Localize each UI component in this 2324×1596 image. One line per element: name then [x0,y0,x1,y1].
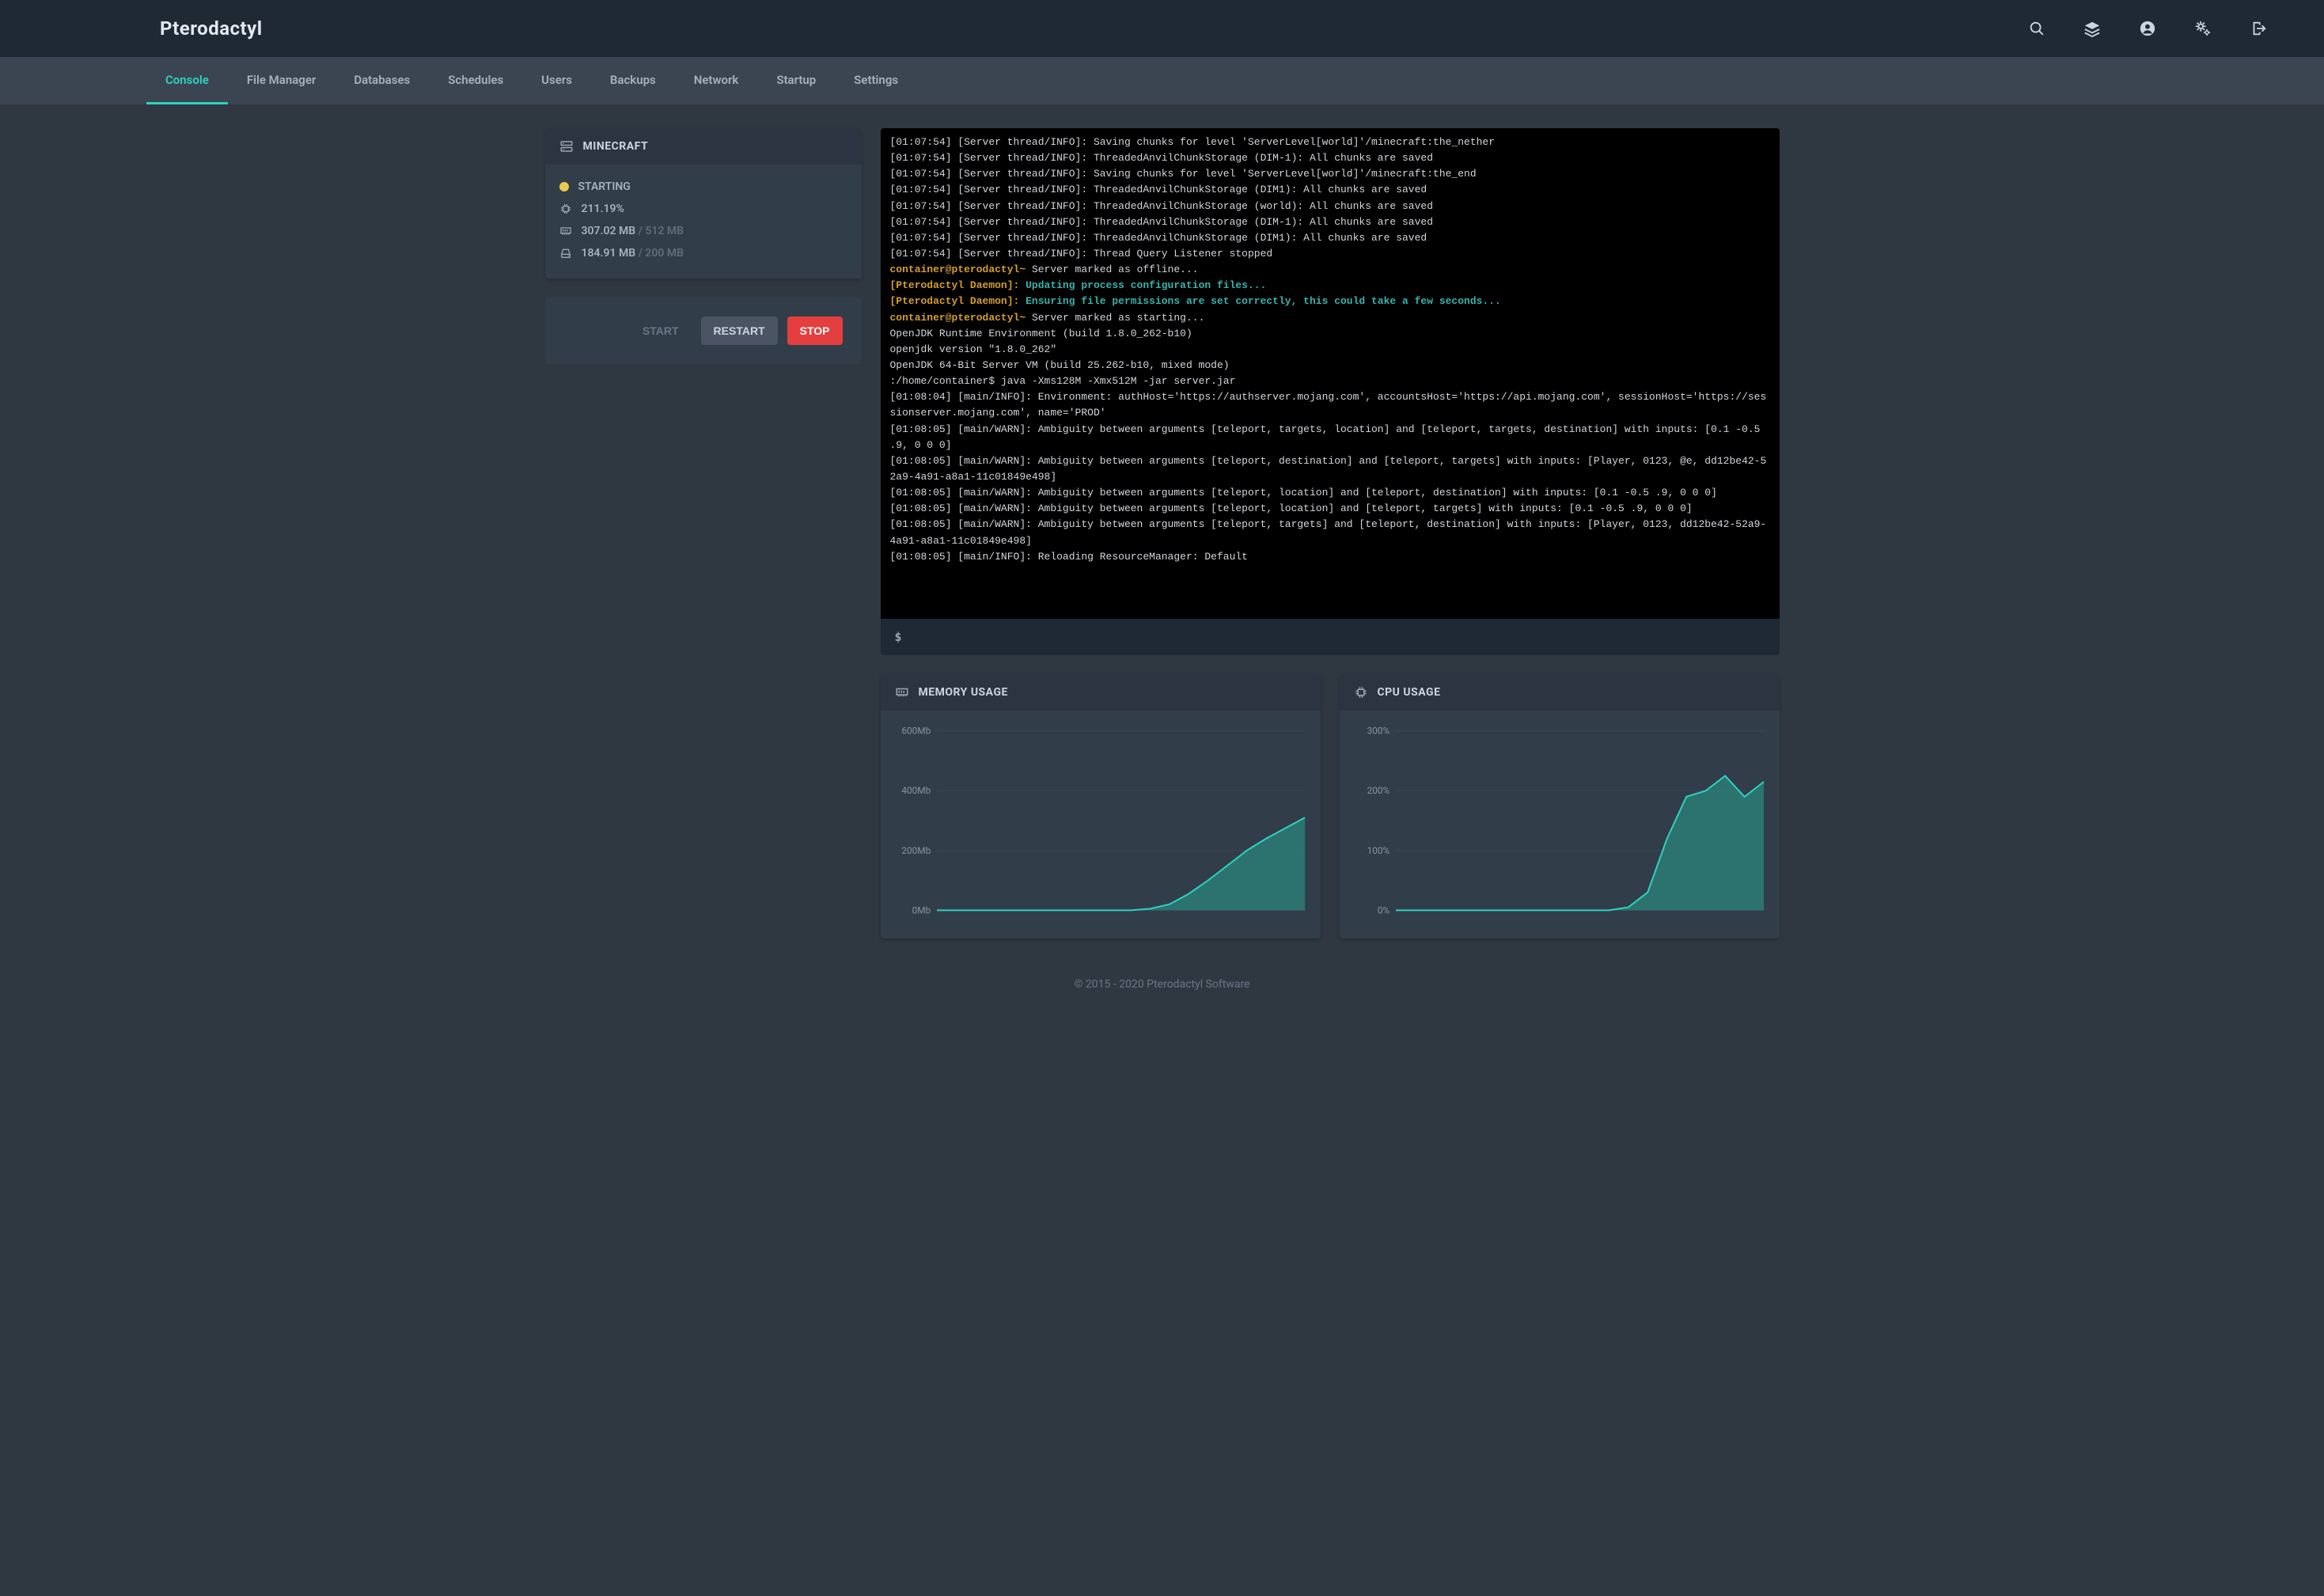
server-name: MINECRAFT [583,140,649,153]
memory-chart: 0Mb 200Mb 400Mb 600Mb [890,722,1311,927]
memory-total: / 512 MB [635,225,684,237]
microchip-icon [559,203,572,215]
power-button-row: START RESTART STOP [545,298,862,364]
layers-icon[interactable] [2083,20,2101,37]
tab-console[interactable]: Console [146,57,228,104]
svg-text:0Mb: 0Mb [912,904,931,916]
cpu-chart: 0% 100% 200% 300% [1349,722,1770,927]
server-icon [559,139,574,154]
stop-button[interactable]: STOP [787,317,843,345]
svg-text:300%: 300% [1367,726,1389,737]
memory-chart-card: MEMORY USAGE 0Mb 200Mb 400Mb 600Mb [881,674,1321,938]
svg-text:200%: 200% [1367,785,1389,796]
svg-text:400Mb: 400Mb [901,785,931,796]
disk-used: 184.91 MB [582,247,636,260]
user-circle-icon[interactable] [2139,20,2156,37]
tab-startup[interactable]: Startup [757,57,835,104]
memory-icon [895,685,909,699]
tab-settings[interactable]: Settings [835,57,917,104]
memory-used: 307.02 MB [582,225,636,237]
search-icon[interactable] [2028,20,2045,37]
microchip-icon [1354,685,1368,699]
cpu-percent: 211.19% [582,203,624,215]
command-input[interactable]: $ [881,619,1780,655]
server-status: STARTING [578,180,631,193]
top-header: Pterodactyl [0,0,2324,57]
memory-icon [559,225,572,237]
footer-text: © 2015 - 2020 Pterodactyl Software [0,946,2324,1038]
disk-total: / 200 MB [635,247,684,260]
cpu-chart-card: CPU USAGE 0% 100% 200% 300% [1340,674,1780,938]
cpu-chart-title: CPU USAGE [1378,686,1441,699]
server-info-card: MINECRAFT STARTING 211.19% 307.02 MB / 5… [545,128,862,279]
brand-title[interactable]: Pterodactyl [160,17,263,40]
svg-text:600Mb: 600Mb [901,726,931,737]
status-dot-icon [559,182,569,191]
svg-text:100%: 100% [1367,845,1389,856]
tab-network[interactable]: Network [675,57,758,104]
sign-out-icon[interactable] [2250,20,2267,37]
hdd-icon [559,247,572,260]
tab-databases[interactable]: Databases [335,57,429,104]
console-output[interactable]: [01:07:54] [Server thread/INFO]: Saving … [881,128,1780,619]
restart-button[interactable]: RESTART [701,317,778,345]
tab-file-manager[interactable]: File Manager [228,57,335,104]
tab-backups[interactable]: Backups [591,57,675,104]
memory-chart-title: MEMORY USAGE [919,686,1008,699]
server-tabs: ConsoleFile ManagerDatabasesSchedulesUse… [0,57,2324,104]
svg-text:200Mb: 200Mb [901,845,931,856]
header-icon-group [2028,20,2267,37]
start-button: START [630,317,692,345]
cogs-icon[interactable] [2194,20,2212,37]
tab-schedules[interactable]: Schedules [429,57,522,104]
command-prompt: $ [895,630,902,644]
tab-users[interactable]: Users [522,57,591,104]
svg-text:0%: 0% [1377,904,1389,916]
